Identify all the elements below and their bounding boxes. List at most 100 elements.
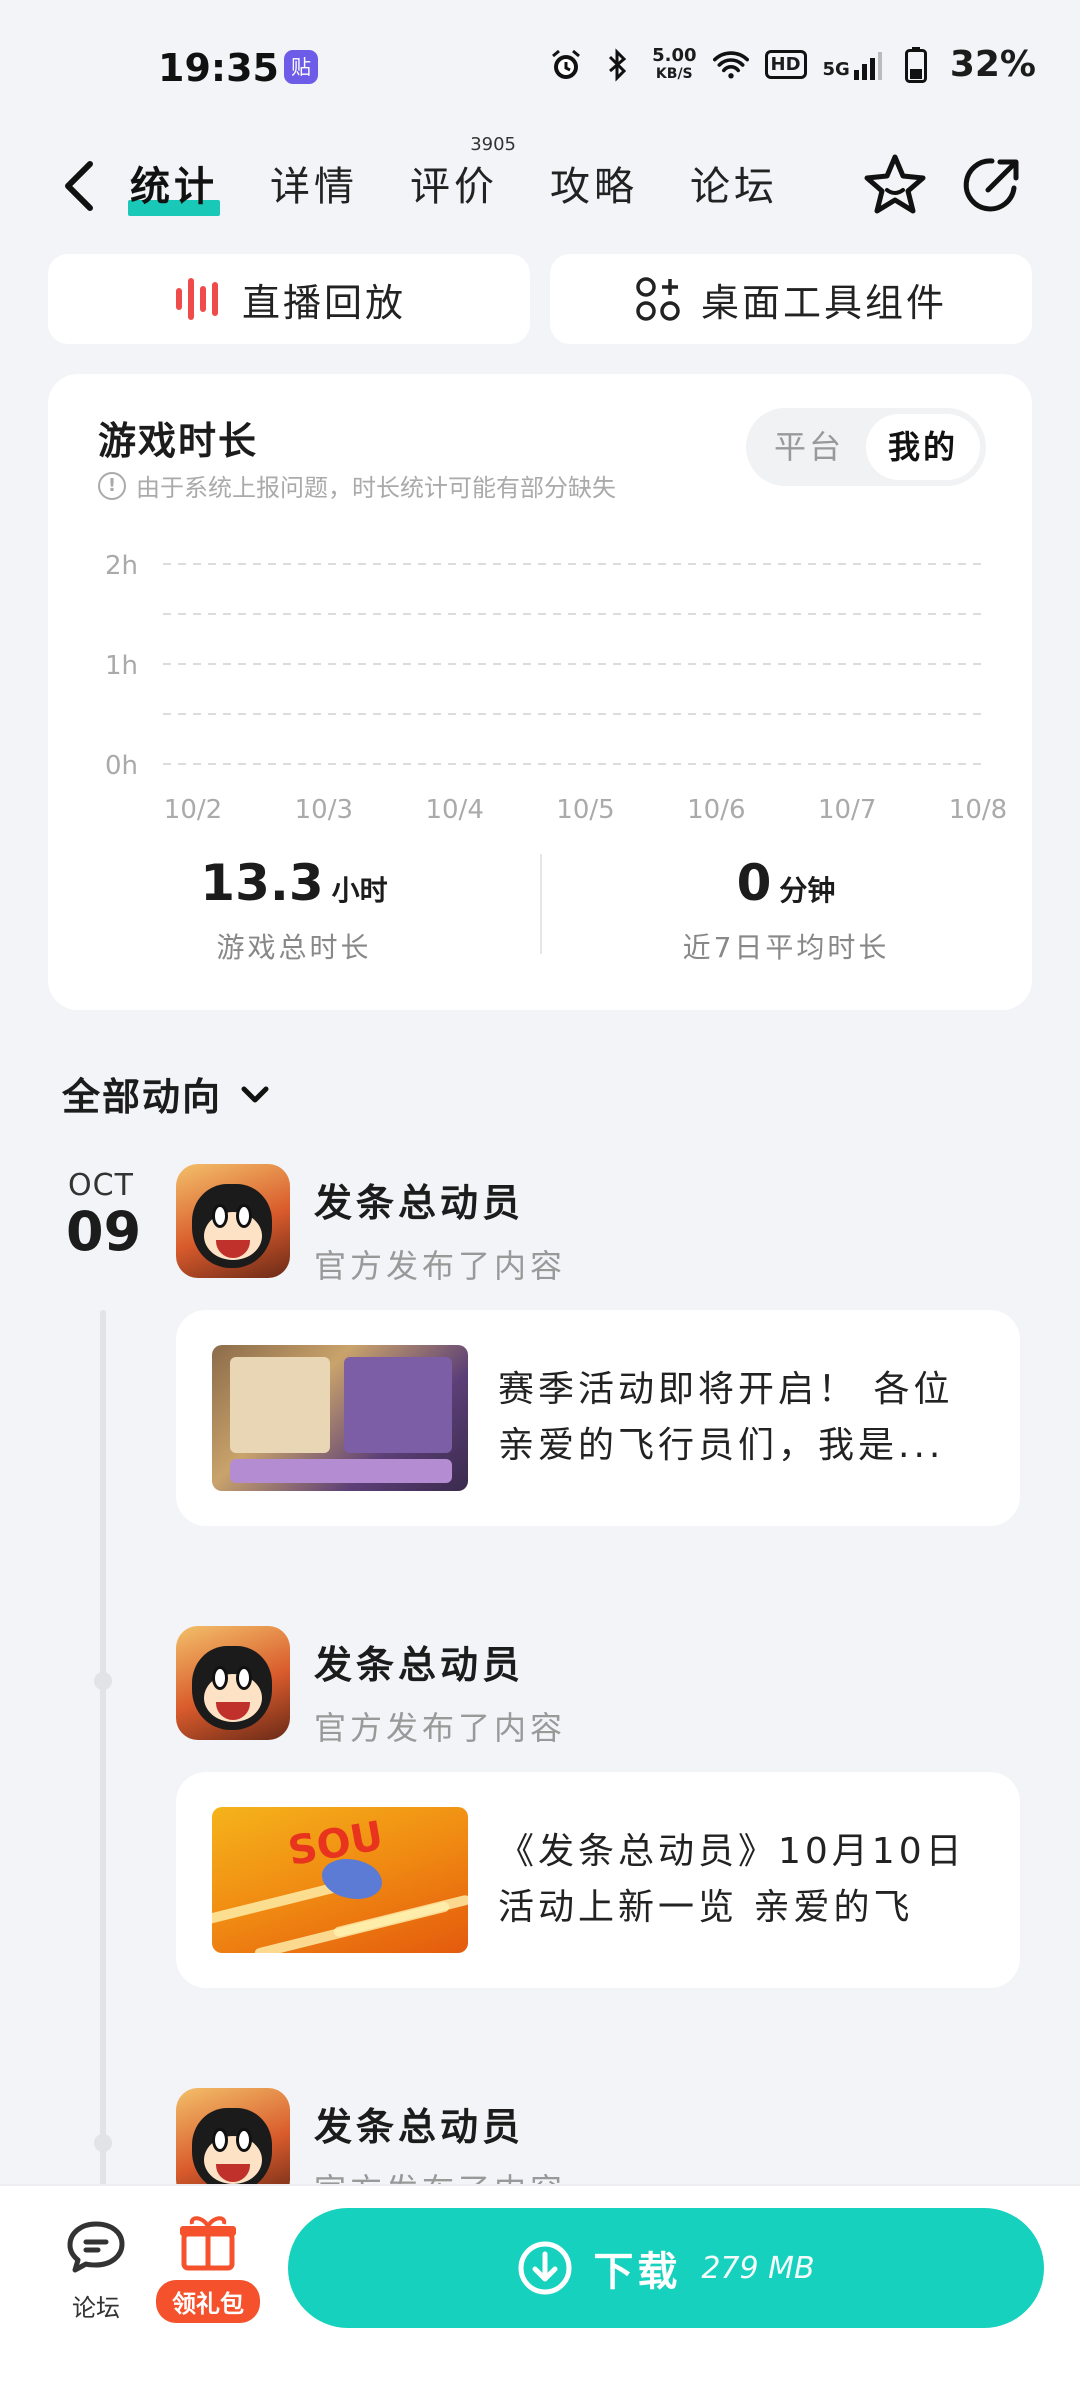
live-replay-label: 直播回放 [241,280,406,325]
timeline-line [100,1310,106,2230]
post-header[interactable]: 发条总动员 官方发布了内容 [176,1164,566,1287]
total-playtime: 13.3 小时 游戏总时长 [48,854,540,984]
playtime-note-text: 由于系统上报问题，时长统计可能有部分缺失 [136,474,616,502]
quick-buttons: 直播回放 桌面工具组件 [48,254,1032,344]
x-tick-label: 10/4 [425,795,483,824]
post-text: 《发条总动员》10月10日活动上新一览 亲爱的飞行... [498,1831,966,1928]
desktop-widget-button[interactable]: 桌面工具组件 [550,254,1032,344]
download-label: 下载 [593,2249,682,2295]
y-tick-label: 1h [105,651,138,681]
toggle-platform[interactable]: 平台 [752,414,866,480]
live-replay-icon [175,278,218,320]
live-replay-button[interactable]: 直播回放 [48,254,530,344]
playtime-summary: 13.3 小时 游戏总时长 0 分钟 近7日平均时长 [48,854,1032,984]
x-tick-label: 10/6 [687,795,745,824]
status-bar: 19:35 贴 5.00 KB/S HD 5G 32% [0,0,1080,130]
feed-filter-dropdown[interactable]: 全部动向 [62,1066,274,1121]
hd-badge: HD [764,50,807,79]
total-playtime-unit: 小时 [331,874,388,907]
tab-guides[interactable]: 攻略 [550,154,638,212]
gift-icon [180,2216,236,2271]
tab-reviews[interactable]: 评价 3905 [410,134,516,212]
battery-icon [898,46,934,83]
bottom-action-bar: 论坛 领礼包 下载 279 MB [0,2184,1080,2400]
avg-playtime-value: 0 [736,854,772,912]
widget-grid-icon [636,277,680,321]
status-time: 19:35 [158,46,279,90]
toggle-mine[interactable]: 我的 [866,414,980,480]
game-avatar [176,1626,290,1740]
avg-playtime-label: 近7日平均时长 [682,931,890,964]
tab-forum[interactable]: 论坛 [690,154,778,212]
tab-guides-label: 攻略 [550,164,638,210]
post-header[interactable]: 发条总动员 官方发布了内容 [176,1626,566,1749]
feed-date-month: OCT [68,1168,134,1203]
tab-details[interactable]: 详情 [270,154,358,212]
app-notification-icon: 贴 [284,50,318,84]
x-tick-label: 10/3 [295,795,353,824]
post-thumbnail [212,1345,468,1491]
forum-button[interactable]: 论坛 [56,2218,136,2323]
avg-playtime: 0 分钟 近7日平均时长 [540,854,1032,984]
bluetooth-icon [600,47,636,83]
alarm-icon [548,47,584,83]
back-icon[interactable] [56,156,106,216]
playtime-note: ! 由于系统上报问题，时长统计可能有部分缺失 [98,468,616,503]
game-avatar [176,1164,290,1278]
download-icon [518,2241,572,2295]
total-playtime-value: 13.3 [200,854,324,912]
total-playtime-label: 游戏总时长 [216,931,372,964]
gift-pack-label: 领礼包 [156,2280,260,2323]
download-button[interactable]: 下载 279 MB [288,2208,1044,2328]
post-text: 赛季活动即将开启！ 各位亲爱的飞行员们，我是... [498,1369,954,1466]
share-icon[interactable] [958,150,1028,220]
network-type: 5G [822,58,850,80]
desktop-widget-label: 桌面工具组件 [700,280,947,325]
chevron-down-icon [241,1086,269,1102]
timeline-dot [94,1672,112,1690]
avg-playtime-unit: 分钟 [779,874,836,907]
post-subtitle: 官方发布了内容 [314,1247,567,1285]
favorite-star-icon[interactable] [860,150,930,220]
feed-filter-label: 全部动向 [62,1075,223,1119]
tab-stats-label: 统计 [130,164,218,210]
post-thumbnail: SOU [212,1807,468,1953]
battery-percent: 32% [949,44,1036,85]
post-author: 发条总动员 [314,2105,525,2149]
feed-date: OCT 09 [66,1168,142,1263]
signal-icon: 5G [823,50,882,80]
y-tick-label: 2h [105,551,138,581]
review-count-badge: 3905 [470,134,516,155]
tab-forum-label: 论坛 [690,164,778,210]
info-icon: ! [98,471,126,500]
post-card[interactable]: SOU 《发条总动员》10月10日活动上新一览 亲爱的飞行... [176,1772,1020,1988]
platform-mine-toggle: 平台 我的 [746,408,986,486]
timeline-dot [94,2134,112,2152]
x-tick-label: 10/2 [164,795,222,824]
wifi-icon [712,47,749,83]
playtime-card: 游戏时长 ! 由于系统上报问题，时长统计可能有部分缺失 平台 我的 0h 1h 2h… [48,374,1032,1010]
forum-label: 论坛 [72,2294,120,2322]
x-tick-label: 10/8 [949,795,1007,824]
top-navigation: 统计 详情 评价 3905 攻略 论坛 [0,134,1080,230]
tab-stats[interactable]: 统计 [128,154,220,216]
playtime-title: 游戏时长 [98,419,259,463]
tab-reviews-label: 评价 [410,164,498,210]
post-author: 发条总动员 [314,1181,525,1225]
y-tick-label: 0h [105,751,138,781]
post-subtitle: 官方发布了内容 [314,1709,567,1747]
post-author: 发条总动员 [314,1643,525,1687]
download-size: 279 MB [701,2250,815,2286]
tab-bar: 统计 详情 评价 3905 攻略 论坛 [128,134,778,216]
gift-pack-button[interactable]: 领礼包 [150,2212,266,2323]
x-tick-label: 10/7 [818,795,876,824]
feed-date-day: 09 [66,1200,142,1263]
net-speed: 5.00 KB/S [652,44,697,83]
net-speed-value: 5.00 [652,44,697,66]
tab-details-label: 详情 [270,164,358,210]
x-tick-label: 10/5 [556,795,614,824]
playtime-chart: 0h 1h 2h 10/2 10/3 10/4 10/5 10/6 10/7 10/8 [105,551,1007,824]
forum-chat-icon [67,2221,125,2273]
net-speed-unit: KB/S [655,65,693,82]
post-card[interactable]: 赛季活动即将开启！ 各位亲爱的飞行员们，我是... [176,1310,1020,1526]
